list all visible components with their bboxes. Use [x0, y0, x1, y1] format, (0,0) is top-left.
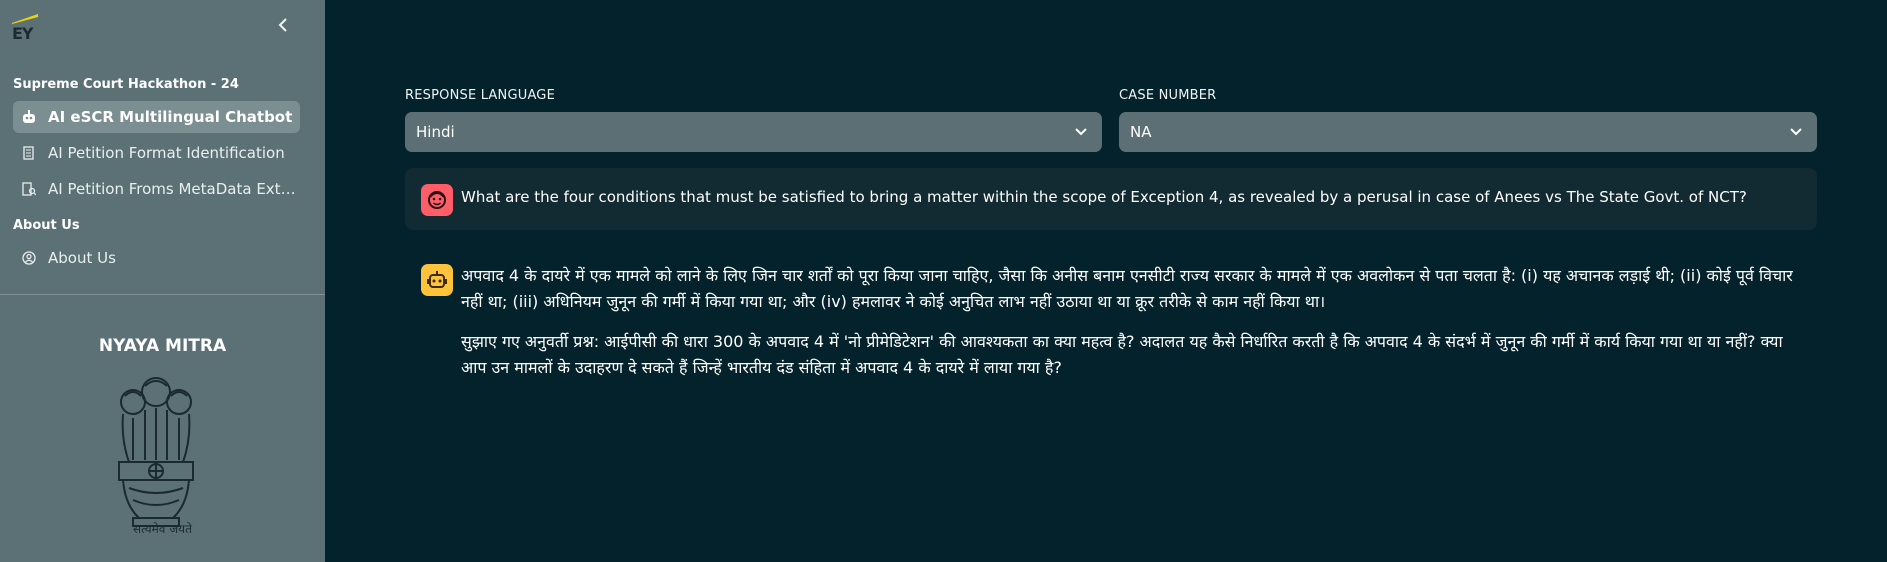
sidebar: EY Supreme Court Hackathon - 24 AI eSCR … — [0, 0, 325, 562]
ey-logo[interactable]: EY — [12, 14, 40, 43]
case-number-label: CASE NUMBER — [1119, 88, 1217, 103]
chevron-down-icon — [1075, 128, 1087, 136]
sidebar-divider — [0, 294, 325, 295]
sidebar-item-about-us[interactable]: About Us — [13, 242, 300, 274]
logo-text: EY — [12, 24, 33, 43]
user-avatar-icon — [421, 184, 453, 216]
document-icon — [22, 146, 36, 160]
bot-avatar-icon — [421, 264, 453, 296]
chevron-left-icon — [278, 18, 287, 32]
brand-title: NYAYA MITRA — [98, 336, 227, 356]
section-title-hackathon: Supreme Court Hackathon - 24 — [13, 77, 239, 92]
bot-answer-text: अपवाद 4 के दायरे में एक मामले को लाने के… — [461, 266, 1793, 311]
document-search-icon — [22, 182, 37, 196]
bot-message: अपवाद 4 के दायरे में एक मामले को लाने के… — [461, 263, 1811, 395]
emblem-motto: सत्यमेव जयते — [133, 522, 192, 536]
user-circle-icon — [22, 251, 36, 265]
sidebar-item-format-identification[interactable]: AI Petition Format Identification — [13, 137, 300, 169]
sidebar-item-label: AI eSCR Multilingual Chatbot — [48, 108, 293, 126]
sidebar-item-label: About Us — [48, 249, 116, 267]
collapse-sidebar-button[interactable] — [272, 14, 294, 36]
sidebar-item-metadata-extraction[interactable]: AI Petition Froms MetaData Extraction — [13, 173, 300, 205]
chevron-down-icon — [1790, 128, 1802, 136]
sidebar-item-label: AI Petition Froms MetaData Extraction — [48, 180, 298, 198]
sidebar-item-label: AI Petition Format Identification — [48, 144, 285, 162]
case-number-value: NA — [1130, 123, 1152, 141]
sidebar-item-chatbot[interactable]: AI eSCR Multilingual Chatbot — [13, 101, 300, 133]
user-message-text: What are the four conditions that must b… — [461, 188, 1747, 206]
section-title-about: About Us — [13, 218, 80, 233]
bot-followup-questions: सुझाए गए अनुवर्ती प्रश्न: आईपीसी की धारा… — [461, 332, 1783, 377]
logo-beam-icon — [12, 14, 38, 24]
user-message: What are the four conditions that must b… — [405, 168, 1817, 230]
chatbot-icon — [22, 110, 36, 124]
response-language-label: RESPONSE LANGUAGE — [405, 88, 555, 103]
response-language-select[interactable]: Hindi — [405, 112, 1102, 152]
national-emblem-icon — [118, 377, 194, 527]
response-language-value: Hindi — [416, 123, 455, 141]
case-number-select[interactable]: NA — [1119, 112, 1817, 152]
